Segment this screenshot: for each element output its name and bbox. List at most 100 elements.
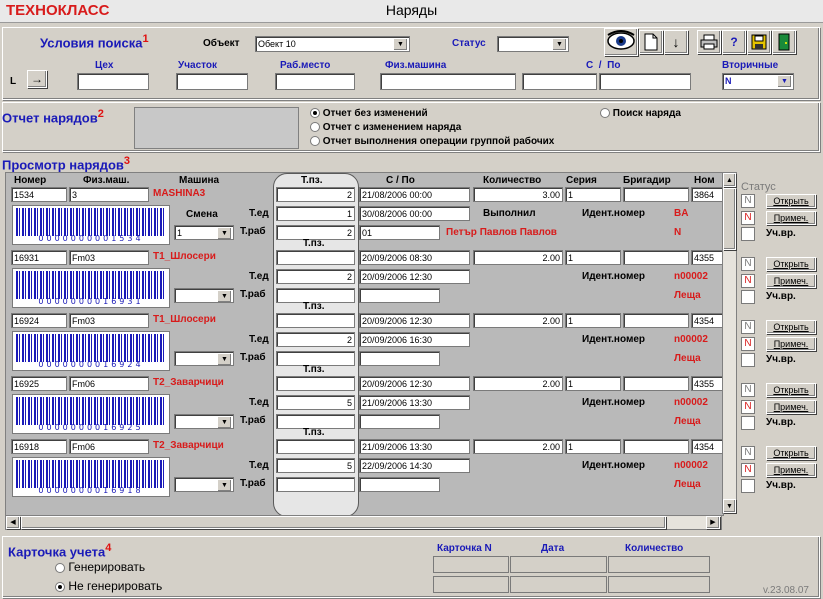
open-button[interactable]: Открыть <box>766 446 816 460</box>
seriya-field[interactable]: 1 <box>565 376 621 391</box>
open-button[interactable]: Открыть <box>766 383 816 397</box>
scroll-up-icon[interactable]: ▲ <box>723 173 736 187</box>
date-to-field[interactable]: 22/09/2006 14:30 <box>359 458 470 473</box>
seriya-field[interactable]: 1 <box>565 187 621 202</box>
card-date-cell-2[interactable] <box>510 576 607 593</box>
quantity-field[interactable]: 2.00 <box>473 313 563 328</box>
date-from-field[interactable]: 21/09/2006 13:30 <box>359 439 470 454</box>
report-option-2[interactable]: Отчет с изменением наряда <box>310 122 461 133</box>
date-from-field[interactable]: 20/09/2006 12:30 <box>359 313 470 328</box>
nomer-field[interactable]: 16918 <box>11 439 67 454</box>
note-button[interactable]: Примеч. <box>766 274 816 288</box>
ted-field[interactable]: 2 <box>276 269 355 284</box>
fizmash-field[interactable]: Fm03 <box>69 313 149 328</box>
smena-select[interactable]: ▼ <box>174 477 234 492</box>
fizmashina-input[interactable] <box>380 73 516 90</box>
card-option-1[interactable]: Генерировать <box>55 560 145 574</box>
brigadir-field[interactable] <box>623 376 689 391</box>
smena-select[interactable]: ▼ <box>174 288 234 303</box>
chevron-down-icon[interactable]: ▼ <box>552 38 567 51</box>
fizmash-field[interactable]: 3 <box>69 187 149 202</box>
scroll-down-icon[interactable]: ▼ <box>723 499 736 513</box>
fizmash-field[interactable]: Fm06 <box>69 439 149 454</box>
date-to-field[interactable]: 30/08/2006 00:00 <box>359 206 470 221</box>
exit-door-icon[interactable] <box>772 30 796 54</box>
ted-field[interactable]: 5 <box>276 458 355 473</box>
horizontal-scrollbar[interactable]: ◀ ▶ <box>5 515 722 530</box>
date-from-field[interactable]: 20/09/2006 08:30 <box>359 250 470 265</box>
report-option-4[interactable]: Поиск наряда <box>600 108 681 119</box>
chevron-down-icon[interactable]: ▼ <box>217 353 232 365</box>
fizmash-field[interactable]: Fm06 <box>69 376 149 391</box>
nom-field[interactable]: 4355 <box>691 376 723 391</box>
uchvr-checkbox[interactable] <box>741 227 755 241</box>
chevron-down-icon[interactable]: ▼ <box>393 38 408 51</box>
status-select[interactable]: ▼ <box>497 36 569 52</box>
printer-icon[interactable] <box>697 30 721 54</box>
arrow-down-icon[interactable]: ↓ <box>664 30 688 54</box>
tpz-field[interactable] <box>276 439 355 454</box>
save-icon[interactable] <box>747 30 771 54</box>
chevron-down-icon[interactable]: ▼ <box>217 290 232 302</box>
card-date-cell-1[interactable] <box>510 556 607 573</box>
chevron-down-icon[interactable]: ▼ <box>217 479 232 491</box>
radio-icon[interactable] <box>600 108 610 119</box>
note-button[interactable]: Примеч. <box>766 400 816 414</box>
help-icon[interactable]: ? <box>722 30 746 54</box>
object-select[interactable]: Обект 10 ▼ <box>255 36 410 52</box>
brigadir-field[interactable] <box>623 250 689 265</box>
date-from-input[interactable] <box>522 73 597 90</box>
note-button[interactable]: Примеч. <box>766 463 816 477</box>
brigadir-field[interactable] <box>623 439 689 454</box>
nom-field[interactable]: 4355 <box>691 250 723 265</box>
seriya-field[interactable]: 1 <box>565 313 621 328</box>
tpz-field[interactable] <box>276 250 355 265</box>
uchvr-checkbox[interactable] <box>741 290 755 304</box>
open-button[interactable]: Открыть <box>766 320 816 334</box>
ted-field[interactable]: 2 <box>276 332 355 347</box>
rab-text-field[interactable] <box>359 351 440 366</box>
date-to-field[interactable]: 20/09/2006 16:30 <box>359 332 470 347</box>
open-button[interactable]: Открыть <box>766 257 816 271</box>
card-qty-cell-2[interactable] <box>608 576 710 593</box>
rabmesto-input[interactable] <box>275 73 355 90</box>
brigadir-field[interactable] <box>623 313 689 328</box>
smena-select[interactable]: ▼ <box>174 351 234 366</box>
seriya-field[interactable]: 1 <box>565 439 621 454</box>
brigadir-field[interactable] <box>623 187 689 202</box>
radio-icon[interactable] <box>55 581 65 592</box>
nomer-field[interactable]: 16931 <box>11 250 67 265</box>
radio-icon[interactable] <box>310 122 320 133</box>
uchvr-checkbox[interactable] <box>741 353 755 367</box>
nomer-field[interactable]: 1534 <box>11 187 67 202</box>
vertical-scrollbar[interactable]: ▲ ▼ <box>722 172 737 514</box>
scroll-left-icon[interactable]: ◀ <box>6 516 20 529</box>
radio-icon[interactable] <box>310 136 320 147</box>
rab-text-field[interactable]: 01 <box>359 225 440 240</box>
date-from-field[interactable]: 21/08/2006 00:00 <box>359 187 470 202</box>
radio-icon[interactable] <box>55 562 65 573</box>
ceh-input[interactable] <box>77 73 149 90</box>
chevron-down-icon[interactable]: ▼ <box>217 227 232 239</box>
card-number-cell-1[interactable] <box>433 556 509 573</box>
note-button[interactable]: Примеч. <box>766 337 816 351</box>
nomer-field[interactable]: 16924 <box>11 313 67 328</box>
card-qty-cell-1[interactable] <box>608 556 710 573</box>
scroll-hthumb[interactable] <box>21 516 666 529</box>
vtorichnye-select[interactable]: N ▼ <box>722 73 794 90</box>
trab-field[interactable] <box>276 477 355 492</box>
quantity-field[interactable]: 2.00 <box>473 250 563 265</box>
rab-text-field[interactable] <box>359 477 440 492</box>
nomer-field[interactable]: 16925 <box>11 376 67 391</box>
note-button[interactable]: Примеч. <box>766 211 816 225</box>
nom-field[interactable]: 3864 <box>691 187 723 202</box>
chevron-down-icon[interactable]: ▼ <box>217 416 232 428</box>
scroll-thumb[interactable] <box>723 188 736 250</box>
date-to-field[interactable]: 20/09/2006 12:30 <box>359 269 470 284</box>
tpz-field[interactable] <box>276 376 355 391</box>
nom-field[interactable]: 4354 <box>691 313 723 328</box>
date-to-input[interactable] <box>599 73 691 90</box>
date-from-field[interactable]: 20/09/2006 12:30 <box>359 376 470 391</box>
card-number-cell-2[interactable] <box>433 576 509 593</box>
arrow-right-button[interactable]: → <box>27 70 47 88</box>
